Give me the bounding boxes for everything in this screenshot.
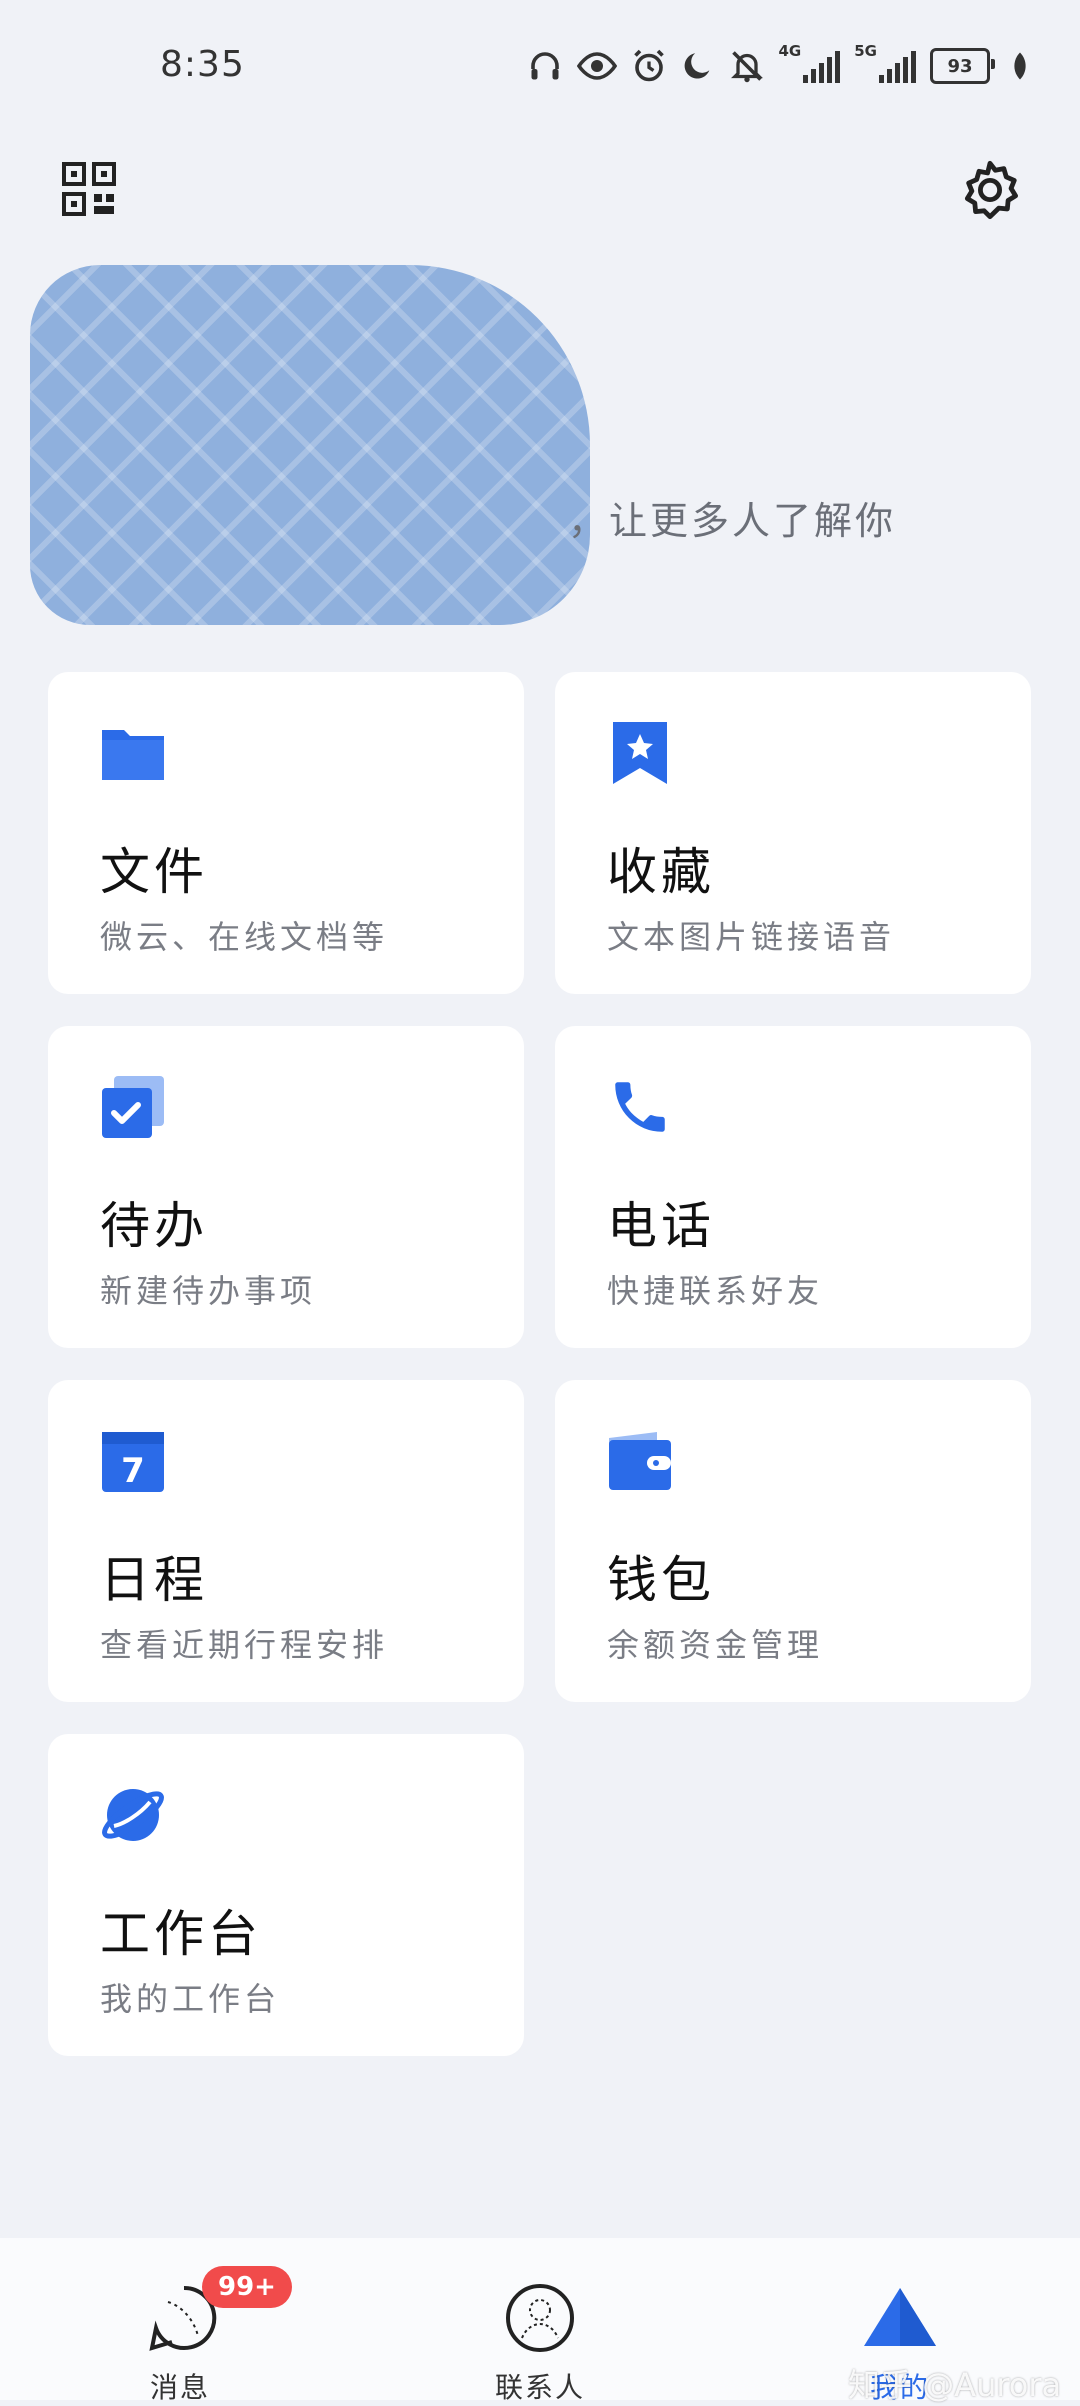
tab-messages[interactable]: 99+ 消息 <box>80 2258 292 2404</box>
card-subtitle: 快捷联系好友 <box>607 1272 824 1310</box>
status-time: 8:35 <box>160 44 245 85</box>
card-title: 待办 <box>100 1197 208 1255</box>
phone-icon <box>607 1074 673 1140</box>
status-bar: 8:35 4G 5G 93 <box>0 0 1080 130</box>
tab-label: 消息 <box>149 2371 210 2404</box>
card-schedule[interactable]: 7 日程 查看近期行程安排 <box>48 1380 524 1702</box>
card-title: 电话 <box>607 1197 715 1255</box>
card-title: 收藏 <box>607 843 715 901</box>
signal-4g-icon: 4G <box>779 44 841 88</box>
card-title: 钱包 <box>607 1551 715 1609</box>
moon-icon <box>681 44 715 88</box>
card-subtitle: 文本图片链接语音 <box>607 918 896 956</box>
qr-code-icon[interactable] <box>62 162 116 216</box>
battery-icon: 93 <box>930 44 995 88</box>
card-files[interactable]: 文件 微云、在线文档等 <box>48 672 524 994</box>
headphones-icon <box>527 44 563 88</box>
card-subtitle: 余额资金管理 <box>607 1626 824 1664</box>
status-icons: 4G 5G 93 <box>527 44 1031 88</box>
card-workbench[interactable]: 工作台 我的工作台 <box>48 1734 524 2056</box>
tab-label: 联系人 <box>494 2371 585 2404</box>
card-title: 工作台 <box>100 1905 262 1963</box>
card-subtitle: 微云、在线文档等 <box>100 918 389 956</box>
unread-badge: 99+ <box>202 2266 292 2308</box>
leaf-icon <box>1010 44 1030 88</box>
card-title: 文件 <box>100 843 208 901</box>
mine-triangle-icon <box>862 2286 938 2356</box>
bell-off-icon <box>729 44 765 88</box>
card-subtitle: 我的工作台 <box>100 1980 281 2018</box>
card-subtitle: 查看近期行程安排 <box>100 1626 389 1664</box>
wallet-icon <box>607 1428 673 1494</box>
card-subtitle: 新建待办事项 <box>100 1272 317 1310</box>
tab-contacts[interactable]: 联系人 <box>440 2258 640 2404</box>
calendar-day: 7 <box>121 1451 145 1491</box>
profile-avatar-redacted[interactable] <box>30 265 590 625</box>
card-wallet[interactable]: 钱包 余额资金管理 <box>555 1380 1031 1702</box>
card-phone[interactable]: 电话 快捷联系好友 <box>555 1026 1031 1348</box>
checkbox-icon <box>100 1074 166 1140</box>
profile-tagline[interactable]: ，让更多人了解你 <box>568 490 896 545</box>
battery-level: 93 <box>930 48 995 84</box>
alarm-icon <box>631 44 667 88</box>
planet-icon <box>100 1782 166 1848</box>
calendar-icon: 7 <box>100 1428 166 1494</box>
folder-icon <box>100 720 166 786</box>
card-todo[interactable]: 待办 新建待办事项 <box>48 1026 524 1348</box>
signal-5g-icon: 5G <box>854 44 916 88</box>
card-favorites[interactable]: 收藏 文本图片链接语音 <box>555 672 1031 994</box>
bookmark-star-icon <box>607 720 673 786</box>
gear-icon[interactable] <box>958 158 1022 222</box>
card-title: 日程 <box>100 1551 208 1609</box>
contacts-icon <box>504 2282 576 2358</box>
eye-icon <box>576 44 617 88</box>
watermark: 知乎 @Aurora <box>848 2366 1062 2404</box>
